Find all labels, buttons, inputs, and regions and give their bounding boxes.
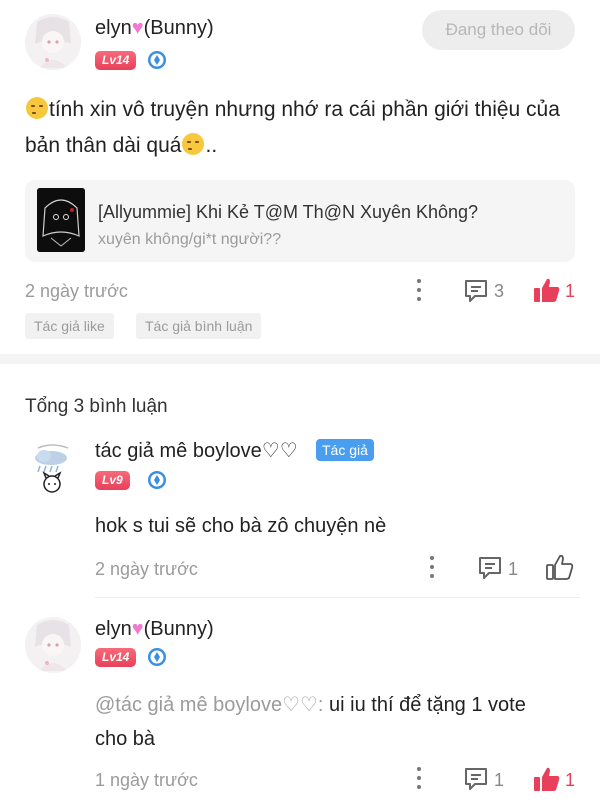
username-suffix: (Bunny)	[143, 618, 214, 640]
comment-icon[interactable]	[462, 277, 490, 305]
story-genres: xuyên không/gi*t người??	[98, 231, 282, 248]
shield-icon	[148, 471, 166, 489]
reply-text-line2: cho bà	[95, 728, 156, 750]
thumbs-up-filled-icon[interactable]	[532, 276, 562, 304]
author-commented-tag: Tác giả bình luận	[136, 313, 262, 339]
commenter-name[interactable]: tác giả mê boylove♡♡	[95, 438, 298, 463]
username-suffix: (Bunny)	[143, 17, 214, 39]
following-button[interactable]: Đang theo dõi	[422, 10, 575, 50]
level-badge: Lv14	[95, 648, 137, 667]
post-body: tính xin vô truyện nhưng nhớ ra cái phần…	[25, 92, 585, 164]
pensive-emoji-icon	[26, 97, 48, 119]
post-text: tính xin vô truyện nhưng nhớ ra cái phần…	[25, 98, 560, 157]
story-title: [Allyummie] Khi Kẻ T@M Th@N Xuyên Không?	[98, 202, 479, 222]
comment-count: 3	[494, 281, 505, 301]
like-count: 1	[565, 770, 576, 790]
reply-mention[interactable]: @tác giả mê boylove♡♡:	[95, 694, 323, 716]
reply-text-line1: ui iu thí để tặng 1 vote	[323, 694, 526, 716]
story-link-card[interactable]: [Allyummie] Khi Kẻ T@M Th@N Xuyên Không?…	[25, 180, 575, 262]
comment-timestamp: 2 ngày trước	[95, 559, 198, 579]
post-author-avatar[interactable]	[25, 14, 81, 70]
more-options-icon[interactable]	[415, 767, 423, 791]
more-options-icon[interactable]	[428, 556, 436, 580]
shield-icon	[148, 51, 166, 69]
comment-timestamp: 1 ngày trước	[95, 770, 198, 790]
reply-count: 1	[508, 559, 519, 579]
reply-text: @tác giả mê boylove♡♡: ui iu thí để tặng…	[95, 688, 575, 756]
commenter-name[interactable]: elyn♥(Bunny)	[95, 618, 214, 641]
post-timestamp: 2 ngày trước	[25, 281, 128, 301]
shield-icon	[148, 648, 166, 666]
thumbs-up-outline-icon[interactable]	[545, 553, 575, 581]
commenter-avatar[interactable]	[30, 442, 74, 496]
comments-total: Tổng 3 bình luận	[25, 396, 168, 417]
level-badge: Lv14	[95, 51, 137, 70]
pensive-emoji-icon	[182, 133, 205, 155]
post-text-tail: ..	[205, 134, 218, 157]
username-text: elyn	[95, 618, 132, 640]
author-badge: Tác giả	[316, 439, 374, 461]
reply-count: 1	[494, 770, 505, 790]
reply-icon[interactable]	[476, 554, 504, 582]
level-badge: Lv9	[95, 471, 130, 490]
story-cover-image	[37, 188, 85, 252]
commenter-avatar[interactable]	[25, 617, 81, 673]
more-options-icon[interactable]	[415, 279, 423, 303]
thumbs-up-filled-icon[interactable]	[532, 765, 562, 793]
pink-heart-icon: ♥	[131, 17, 144, 39]
author-liked-tag: Tác giả like	[25, 313, 114, 339]
comment-divider	[95, 597, 580, 598]
reply-icon[interactable]	[462, 765, 490, 793]
comment-text: hok s tui sẽ cho bà zô chuyện nè	[95, 515, 387, 537]
pink-heart-icon: ♥	[131, 618, 144, 640]
post-author-name[interactable]: elyn♥(Bunny)	[95, 17, 214, 40]
username-text: elyn	[95, 17, 132, 39]
like-count: 1	[565, 281, 576, 301]
section-divider	[0, 354, 600, 364]
